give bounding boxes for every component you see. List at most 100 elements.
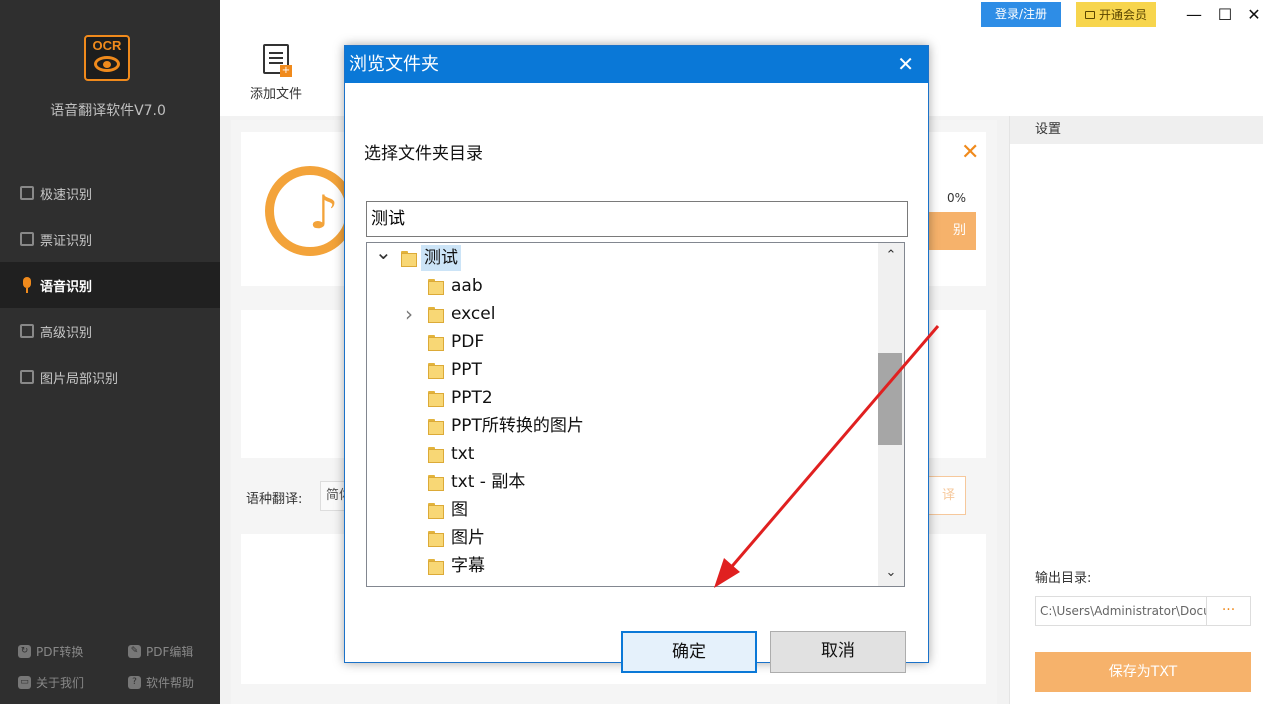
dialog-body: 选择文件夹目录 测试 ⌄ 测试 aab › excel PDF PPT PPT2 PPT所转换的… (345, 83, 928, 673)
sidebar-item-ticket-recognition[interactable]: 票证识别 (0, 216, 220, 262)
tree-folder-label: 图片 (451, 528, 485, 548)
sidebar-item-label: 高级识别 (40, 325, 93, 341)
pdf-edit-link[interactable]: ✎ PDF编辑 (110, 643, 220, 660)
output-dir-label: 输出目录: (1035, 571, 1092, 586)
tree-folder-item[interactable]: txt (367, 440, 877, 468)
add-file-button[interactable]: + 添加文件 (246, 44, 306, 102)
app-logo: OCR (84, 35, 130, 81)
title-bar: 登录/注册 开通会员 — ☐ ✕ (220, 0, 1263, 30)
tree-folder-item[interactable]: PDF (367, 328, 877, 356)
sidebar-item-advanced-recognition[interactable]: 高级识别 (0, 308, 220, 354)
music-icon: ♪ (265, 166, 355, 256)
browse-button[interactable]: ··· (1207, 596, 1251, 626)
tree-folder-label: txt (451, 444, 475, 464)
about-icon: ▭ (18, 676, 31, 689)
image-partial-icon (20, 370, 34, 384)
sidebar-nav: 极速识别 票证识别 语音识别 高级识别 图片局部识别 (0, 170, 220, 400)
folder-icon (428, 391, 444, 407)
sidebar-item-label: 极速识别 (40, 187, 93, 203)
pdf-convert-label: PDF转换 (36, 645, 84, 659)
tree-folder-item[interactable]: 字幕 (367, 552, 877, 580)
folder-icon (428, 279, 444, 295)
tree-folder-label: PPT2 (451, 388, 493, 408)
help-icon: ? (128, 676, 141, 689)
folder-icon (428, 419, 444, 435)
tree-folder-label: 图 (451, 500, 468, 520)
save-txt-button[interactable]: 保存为TXT (1035, 652, 1251, 692)
eye-icon (94, 56, 120, 72)
folder-icon (428, 335, 444, 351)
advanced-recognition-icon (20, 324, 34, 338)
add-file-icon: + (263, 44, 292, 77)
tree-folder-label: 字幕 (451, 556, 485, 576)
progress-percent: 0% (947, 191, 967, 205)
folder-path-input[interactable]: 测试 (366, 201, 908, 237)
tree-folder-item[interactable]: 图片 (367, 524, 877, 552)
add-file-label: 添加文件 (249, 87, 302, 102)
settings-title: 设置 (1010, 116, 1263, 144)
ok-button[interactable]: 确定 (621, 631, 757, 673)
tree-folder-label: aab (451, 276, 483, 296)
browse-folder-dialog: 浏览文件夹 ✕ 选择文件夹目录 测试 ⌄ 测试 aab › excel PDF PPT PPT… (344, 45, 929, 673)
dialog-description: 选择文件夹目录 (364, 144, 483, 164)
dialog-title: 浏览文件夹 (349, 54, 439, 75)
about-link[interactable]: ▭ 关于我们 (0, 674, 110, 691)
tree-folder-item[interactable]: PPT2 (367, 384, 877, 412)
diamond-icon (1084, 10, 1095, 19)
folder-icon (428, 559, 444, 575)
tree-folder-item[interactable]: PPT所转换的图片 (367, 412, 877, 440)
sidebar-item-label: 语音识别 (40, 279, 93, 295)
dialog-title-bar: 浏览文件夹 ✕ (345, 46, 928, 83)
output-path-field[interactable]: C:\Users\Administrator\Docu (1035, 596, 1207, 626)
tree-folder-item[interactable]: PPT (367, 356, 877, 384)
remove-file-icon[interactable]: ✕ (961, 140, 979, 165)
vip-label: 开通会员 (1098, 8, 1147, 22)
folder-icon (401, 251, 417, 267)
sidebar-item-voice-recognition[interactable]: 语音识别 (0, 262, 220, 308)
recognize-button[interactable]: 别 (927, 212, 976, 250)
sidebar: OCR 语音翻译软件V7.0 极速识别 票证识别 语音识别 高级识别 图片局部识… (0, 0, 220, 704)
tree-folder-item[interactable]: 图 (367, 496, 877, 524)
tree-folder-label: PDF (451, 332, 485, 352)
tree-folder-item[interactable]: ⌄ 测试 (367, 243, 877, 272)
microphone-icon (20, 277, 34, 293)
tree-folder-item[interactable]: txt - 副本 (367, 468, 877, 496)
app-name: 语音翻译软件V7.0 (50, 103, 166, 119)
chevron-down-icon[interactable]: ⌄ (375, 243, 392, 264)
close-window-button[interactable]: ✕ (1242, 3, 1263, 27)
vip-button[interactable]: 开通会员 (1076, 2, 1156, 27)
folder-icon (428, 447, 444, 463)
cancel-button[interactable]: 取消 (770, 631, 906, 673)
tree-folder-item[interactable]: aab (367, 272, 877, 300)
tree-scrollbar[interactable]: ⌃ ⌄ (878, 243, 904, 586)
pdf-convert-icon: ↻ (18, 645, 31, 658)
settings-panel: 设置 输出目录: C:\Users\Administrator\Docu ···… (1009, 116, 1263, 704)
login-button[interactable]: 登录/注册 (981, 2, 1061, 27)
scroll-thumb[interactable] (878, 353, 902, 445)
scroll-down-icon[interactable]: ⌄ (878, 560, 904, 586)
tree-folder-label: PPT (451, 360, 482, 380)
language-label: 语种翻译: (246, 492, 303, 507)
pdf-edit-label: PDF编辑 (146, 645, 194, 659)
help-link[interactable]: ? 软件帮助 (110, 674, 220, 691)
chevron-right-icon[interactable]: › (402, 302, 416, 326)
pdf-edit-icon: ✎ (128, 645, 141, 658)
help-label: 软件帮助 (146, 676, 195, 690)
fast-recognition-icon (20, 186, 34, 200)
minimize-button[interactable]: — (1182, 3, 1206, 27)
folder-tree: ⌄ 测试 aab › excel PDF PPT PPT2 PPT所转换的图片 txt txt - … (366, 242, 905, 587)
tree-folder-label: 测试 (421, 245, 461, 271)
sidebar-item-image-partial[interactable]: 图片局部识别 (0, 354, 220, 400)
sidebar-item-fast-recognition[interactable]: 极速识别 (0, 170, 220, 216)
folder-icon (428, 475, 444, 491)
scroll-up-icon[interactable]: ⌃ (878, 243, 904, 269)
folder-icon (428, 363, 444, 379)
tree-folder-item[interactable]: › excel (367, 300, 877, 328)
dialog-close-button[interactable]: ✕ (897, 46, 914, 83)
sidebar-item-label: 票证识别 (40, 233, 93, 249)
about-label: 关于我们 (36, 676, 85, 690)
folder-icon (428, 307, 444, 323)
pdf-convert-link[interactable]: ↻ PDF转换 (0, 643, 110, 660)
maximize-button[interactable]: ☐ (1213, 3, 1237, 27)
tree-folder-label: excel (451, 304, 496, 324)
